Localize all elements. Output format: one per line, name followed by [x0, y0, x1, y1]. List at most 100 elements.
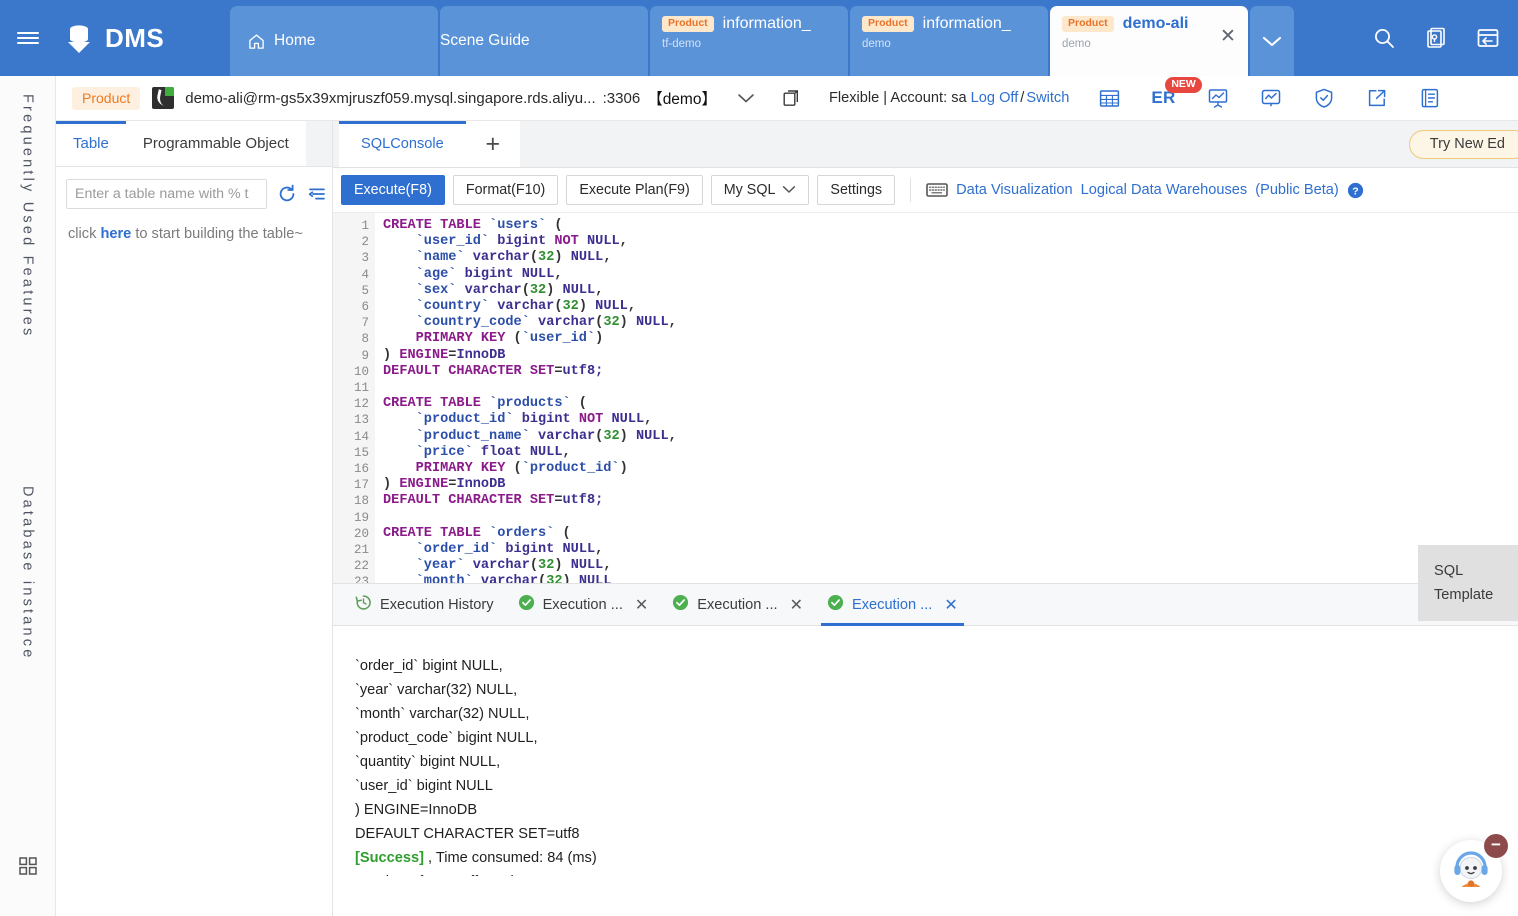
chevron-down-icon[interactable]: [1250, 6, 1294, 76]
result-line: `quantity` bigint NULL,: [355, 750, 1518, 774]
sql-console: SQLConsole + Try New Ed Execute(F8) Form…: [333, 121, 1518, 916]
execute-plan-button[interactable]: Execute Plan(F9): [566, 175, 702, 205]
doc-tab-1-pill: Product: [662, 16, 714, 32]
result-line: `year` varchar(32) NULL,: [355, 678, 1518, 702]
line-number: 16: [333, 461, 375, 477]
format-button[interactable]: Format(F10): [453, 175, 558, 205]
code-line: `name` varchar(32) NULL,: [383, 250, 1518, 266]
hint-suffix: to start building the table~: [131, 226, 303, 242]
close-icon[interactable]: ✕: [790, 595, 803, 615]
line-number: 18: [333, 493, 375, 509]
connection-port: :3306: [603, 90, 641, 107]
shield-check-icon[interactable]: [1313, 87, 1335, 109]
code-line: [383, 510, 1518, 526]
result-line: `order_id` bigint NULL,: [355, 654, 1518, 678]
code-line: `product_id` bigint NOT NULL,: [383, 412, 1518, 428]
keyboard-icon[interactable]: [926, 182, 948, 198]
grid-icon[interactable]: [19, 857, 37, 880]
rail-item-frequently-used-features[interactable]: Frequently Used Features: [20, 94, 36, 338]
search-icon[interactable]: [1372, 26, 1396, 50]
line-number: 3: [333, 250, 375, 266]
sql-editor[interactable]: 1234567891011121314151617181920212223 CR…: [333, 213, 1518, 583]
tab-sqlconsole[interactable]: SQLConsole: [339, 121, 466, 167]
dms-logo[interactable]: DMS: [56, 0, 230, 76]
doc-tab-3-pill: Product: [1062, 16, 1114, 32]
export-link-icon[interactable]: [1366, 87, 1388, 109]
add-tab-button[interactable]: +: [466, 121, 520, 167]
line-number: 6: [333, 299, 375, 315]
rail-item-database-instance[interactable]: Database instance: [20, 486, 36, 661]
sql-toolbar: Execute(F8) Format(F10) Execute Plan(F9)…: [333, 168, 1518, 213]
refresh-icon[interactable]: [277, 184, 297, 204]
dms-mark-icon: [62, 21, 96, 55]
line-number: 22: [333, 558, 375, 574]
line-number: 7: [333, 315, 375, 331]
copy-icon[interactable]: [781, 88, 801, 108]
line-number: 19: [333, 510, 375, 526]
filter-list-icon[interactable]: [307, 184, 327, 204]
editor-code[interactable]: CREATE TABLE `users` ( `user_id` bigint …: [383, 213, 1518, 583]
line-number: 23: [333, 574, 375, 583]
panel-toggle-icon[interactable]: [1476, 26, 1500, 50]
success-check-icon: [518, 594, 535, 615]
left-rail: Frequently Used Features Database instan…: [0, 76, 56, 916]
code-line: DEFAULT CHARACTER SET=utf8;: [383, 493, 1518, 509]
settings-button[interactable]: Settings: [817, 175, 895, 205]
code-line: [383, 380, 1518, 396]
empty-state-hint: click here to start building the table~: [56, 209, 332, 247]
dashboard-chart-icon[interactable]: [1207, 87, 1229, 109]
monitor-chart-icon[interactable]: [1260, 87, 1282, 109]
doc-tab-3-active[interactable]: Product demo-ali demo ✕: [1050, 6, 1248, 76]
chevron-down-icon[interactable]: [737, 92, 755, 104]
result-status-line: [Success] , Time consumed: 84 (ms): [355, 846, 1518, 870]
doc-tab-2[interactable]: Product information_ demo: [850, 6, 1048, 76]
try-new-editor-button[interactable]: Try New Ed: [1409, 130, 1518, 159]
data-visualization-link[interactable]: Data Visualization: [956, 182, 1073, 198]
doc-tab-1-title: information_: [723, 15, 811, 33]
code-line: CREATE TABLE `users` (: [383, 218, 1518, 234]
result-tab-label: Execution History: [380, 597, 494, 613]
code-line: `product_name` varchar(32) NULL,: [383, 429, 1518, 445]
log-off-link[interactable]: Log Off: [971, 90, 1019, 106]
result-line: `product_code` bigint NULL,: [355, 726, 1518, 750]
document-list-icon[interactable]: [1419, 87, 1441, 109]
sql-template-flyout[interactable]: SQL Template: [1418, 545, 1518, 621]
er-diagram-icon[interactable]: ER NEW: [1151, 88, 1175, 108]
tab-programmable-object[interactable]: Programmable Object: [126, 121, 306, 166]
code-line: `country_code` varchar(32) NULL,: [383, 315, 1518, 331]
chat-assistant-button[interactable]: −: [1440, 840, 1502, 902]
help-circle-icon[interactable]: ?: [1347, 182, 1364, 199]
close-icon[interactable]: ✕: [944, 595, 957, 615]
connection-toolbar: Product demo-ali@rm-gs5x39xmjruszf059.my…: [56, 76, 1518, 121]
nav-item-home[interactable]: Home: [230, 6, 438, 76]
code-line: `price` float NULL,: [383, 445, 1518, 461]
line-number: 10: [333, 364, 375, 380]
close-icon[interactable]: ✕: [1218, 28, 1238, 48]
dms-sql-console-page: DMS Home Scene Guide Product information…: [0, 0, 1518, 916]
copy-stack-icon[interactable]: [1424, 26, 1448, 50]
logical-data-warehouses-link[interactable]: Logical Data Warehouses: [1081, 182, 1248, 198]
toolbar-divider: [910, 178, 911, 202]
close-icon[interactable]: ✕: [635, 595, 648, 615]
brand-title: DMS: [105, 23, 164, 54]
result-tab-execution-2[interactable]: Execution ... ✕: [660, 583, 815, 626]
execute-button[interactable]: Execute(F8): [341, 175, 445, 205]
sql-dialect-select[interactable]: My SQL: [711, 175, 810, 205]
doc-tab-1[interactable]: Product information_ tf-demo: [650, 6, 848, 76]
switch-link[interactable]: Switch: [1026, 90, 1069, 106]
result-tab-execution-1[interactable]: Execution ... ✕: [506, 583, 661, 626]
hint-here-link[interactable]: here: [100, 226, 131, 242]
svg-text:?: ?: [1352, 185, 1358, 197]
line-number: 20: [333, 526, 375, 542]
result-tab-execution-history[interactable]: Execution History: [343, 583, 506, 626]
tab-table[interactable]: Table: [56, 121, 126, 166]
result-tab-execution-3-active[interactable]: Execution ... ✕: [815, 583, 970, 626]
nav-item-scene-guide[interactable]: Scene Guide: [440, 6, 648, 76]
line-number: 15: [333, 445, 375, 461]
chat-assistant-icon: [1449, 849, 1493, 893]
table-search-input[interactable]: [66, 179, 267, 209]
hamburger-menu-icon[interactable]: [0, 0, 56, 76]
new-badge: NEW: [1165, 77, 1202, 93]
code-line: `sex` varchar(32) NULL,: [383, 283, 1518, 299]
table-grid-icon[interactable]: [1099, 88, 1120, 109]
